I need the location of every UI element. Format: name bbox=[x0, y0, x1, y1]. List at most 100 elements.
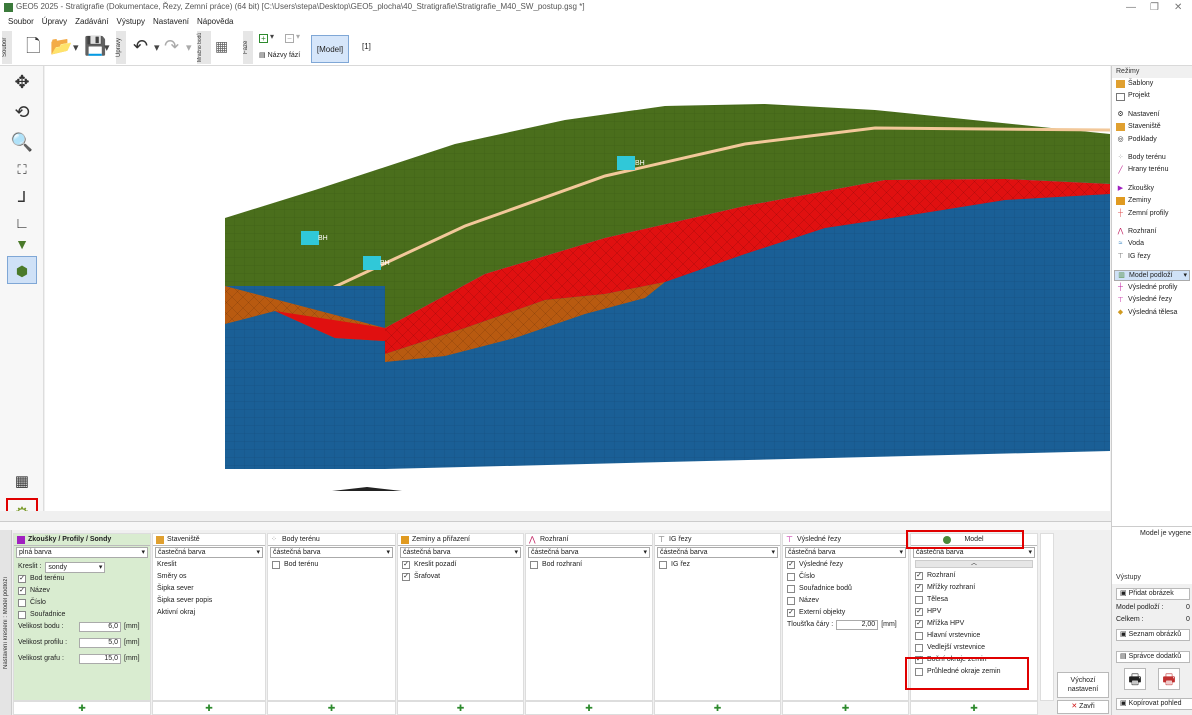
regime-staveniste[interactable]: Staveniště bbox=[1112, 121, 1192, 133]
point-cloud-icon[interactable]: ▦ bbox=[215, 36, 228, 56]
save-dropdown-icon[interactable]: ▾ bbox=[104, 41, 110, 54]
undo-icon[interactable]: ↶ bbox=[133, 36, 148, 56]
view-top-icon[interactable]: ▼ bbox=[7, 230, 37, 258]
checkbox-row[interactable]: Hlavní vrstevnice bbox=[911, 630, 1037, 642]
copy-view-button[interactable]: ▣ Kopírovat pohled bbox=[1116, 698, 1192, 710]
zoom-extents-icon[interactable]: ⛶ bbox=[7, 156, 37, 184]
color-select[interactable]: částečná barva bbox=[657, 547, 778, 558]
menu-zadavani[interactable]: Zadávání bbox=[75, 15, 108, 29]
checkbox-row[interactable]: ✓ Bod terénu bbox=[14, 573, 150, 585]
checkbox-row[interactable]: IG řez bbox=[655, 559, 780, 571]
phase-1-button[interactable]: [1] bbox=[362, 42, 371, 51]
redo-dropdown-icon[interactable]: ▾ bbox=[186, 41, 192, 54]
open-dropdown-icon[interactable]: ▾ bbox=[73, 41, 79, 54]
point-size-input[interactable]: 6,0 bbox=[79, 622, 121, 632]
checkbox-row[interactable]: Vedlejší vrstevnice bbox=[911, 642, 1037, 654]
add-column-button[interactable]: ✚ bbox=[525, 701, 653, 715]
default-settings-button[interactable]: Výchozí nastavení bbox=[1057, 672, 1109, 698]
color-select[interactable]: částečná barva bbox=[785, 547, 906, 558]
menu-soubor[interactable]: Soubor bbox=[8, 15, 34, 29]
checkbox-row[interactable]: Číslo bbox=[783, 571, 908, 583]
checkbox[interactable]: ✓ bbox=[915, 608, 923, 616]
add-column-button[interactable]: ✚ bbox=[152, 701, 266, 715]
add-column-button[interactable]: ✚ bbox=[13, 701, 151, 715]
regime-zemni-profily[interactable]: ┼ Zemní profily bbox=[1112, 208, 1192, 220]
print-export-icon[interactable]: 🖶 bbox=[1158, 668, 1180, 690]
regime-podklady[interactable]: ◎ Podklady bbox=[1112, 134, 1192, 146]
color-select[interactable]: částečná barva bbox=[400, 547, 521, 558]
close-window-icon[interactable]: ✕ bbox=[1174, 2, 1182, 13]
checkbox-row[interactable]: ✓ HPV bbox=[911, 606, 1037, 618]
checkbox[interactable]: ✓ bbox=[402, 561, 410, 569]
close-button[interactable]: ✕ Zavři bbox=[1057, 700, 1109, 714]
checkbox[interactable]: ✓ bbox=[787, 561, 795, 569]
checkbox-row[interactable]: ✓ Název bbox=[14, 585, 150, 597]
scroll-up-icon[interactable]: ︿ bbox=[915, 560, 1033, 568]
checkbox[interactable] bbox=[787, 573, 795, 581]
redo-icon[interactable]: ↷ bbox=[164, 36, 179, 56]
borehole-marker[interactable] bbox=[617, 156, 635, 170]
add-column-button[interactable]: ✚ bbox=[910, 701, 1038, 715]
checkbox-row[interactable]: Číslo bbox=[14, 597, 150, 609]
add-phase-dropdown-icon[interactable]: ▾ bbox=[270, 32, 274, 41]
profile-size-input[interactable]: 5,0 bbox=[79, 638, 121, 648]
open-file-icon[interactable]: 📂 bbox=[50, 36, 72, 56]
maximize-icon[interactable]: ❐ bbox=[1150, 2, 1159, 13]
list-images-button[interactable]: ▣ Seznam obrázků bbox=[1116, 629, 1190, 641]
regime-rozhrani[interactable]: ⋀ Rozhraní bbox=[1112, 226, 1192, 238]
print-icon[interactable]: 🖶 bbox=[1124, 668, 1146, 690]
regime-sablony[interactable]: Šablony bbox=[1112, 78, 1192, 90]
checkbox[interactable] bbox=[787, 597, 795, 605]
color-select[interactable]: plná barva bbox=[16, 547, 148, 558]
checkbox[interactable] bbox=[915, 596, 923, 604]
add-column-button[interactable]: ✚ bbox=[397, 701, 524, 715]
menu-vystupy[interactable]: Výstupy bbox=[117, 15, 145, 29]
checkbox[interactable]: ✓ bbox=[18, 587, 26, 595]
remove-phase-icon[interactable]: − bbox=[285, 34, 294, 43]
borehole-marker[interactable] bbox=[301, 231, 319, 245]
checkbox-row[interactable]: Souřadnice bbox=[14, 609, 150, 621]
checkbox[interactable] bbox=[915, 644, 923, 652]
minimize-icon[interactable]: — bbox=[1126, 2, 1136, 13]
add-column-button[interactable]: ✚ bbox=[267, 701, 396, 715]
checkbox[interactable]: ✓ bbox=[915, 572, 923, 580]
checkbox[interactable]: ✓ bbox=[18, 575, 26, 583]
add-image-button[interactable]: ▣ Přidat obrázek bbox=[1116, 588, 1190, 600]
menu-nastaveni[interactable]: Nastavení bbox=[153, 15, 189, 29]
checkbox[interactable] bbox=[18, 599, 26, 607]
checkbox[interactable]: ✓ bbox=[915, 584, 923, 592]
color-select[interactable]: částečná barva bbox=[270, 547, 393, 558]
remove-phase-dropdown-icon[interactable]: ▾ bbox=[296, 32, 300, 41]
checkbox[interactable]: ✓ bbox=[787, 609, 795, 617]
draw-select[interactable]: sondy bbox=[45, 561, 106, 573]
checkbox[interactable]: ✓ bbox=[402, 573, 410, 581]
checkbox-row[interactable]: ✓ Mřížky rozhraní bbox=[911, 582, 1037, 594]
regime-vysledna-telesa[interactable]: ◆ Výsledná tělesa bbox=[1112, 307, 1192, 319]
checkbox-row[interactable]: ✓ Mřížka HPV bbox=[911, 618, 1037, 630]
checkbox-row[interactable]: Bod terénu bbox=[268, 559, 395, 571]
columns-scrollbar[interactable] bbox=[1040, 533, 1054, 701]
model-phase-button[interactable]: [Model] bbox=[311, 35, 349, 63]
color-select[interactable]: částečná barva bbox=[528, 547, 650, 558]
add-phase-icon[interactable]: + bbox=[259, 34, 268, 43]
graph-size-input[interactable]: 15,0 bbox=[79, 654, 121, 664]
checkbox-row[interactable]: ✓ Externí objekty bbox=[783, 607, 908, 619]
appendix-manager-button[interactable]: ▤ Správce dodatků bbox=[1116, 651, 1190, 663]
line-thickness-input[interactable]: 2,00 bbox=[836, 620, 879, 630]
checkbox-row[interactable]: ✓ Rozhraní bbox=[911, 570, 1037, 582]
checkbox[interactable]: ✓ bbox=[915, 620, 923, 628]
checkbox-row[interactable]: Název bbox=[783, 595, 908, 607]
color-select[interactable]: častečná barva bbox=[155, 547, 263, 558]
undo-dropdown-icon[interactable]: ▾ bbox=[154, 41, 160, 54]
axes-3d-icon[interactable]: ⅃ bbox=[7, 184, 37, 212]
splitter[interactable] bbox=[0, 521, 1111, 530]
zoom-icon[interactable]: 🔍 bbox=[7, 128, 37, 156]
regime-zkousky[interactable]: ▶ Zkoušky bbox=[1112, 183, 1192, 195]
regime-projekt[interactable]: Projekt bbox=[1112, 90, 1192, 102]
menu-napoveda[interactable]: Nápověda bbox=[197, 15, 233, 29]
regime-zeminy[interactable]: Zeminy bbox=[1112, 195, 1192, 207]
checkbox[interactable] bbox=[530, 561, 538, 569]
regime-hrany-terenu[interactable]: ╱ Hrany terénu bbox=[1112, 164, 1192, 176]
checkbox-row[interactable]: ✓ Výsledné řezy bbox=[783, 559, 908, 571]
regime-vysledne-profily[interactable]: ┼ Výsledné profily bbox=[1112, 282, 1192, 294]
